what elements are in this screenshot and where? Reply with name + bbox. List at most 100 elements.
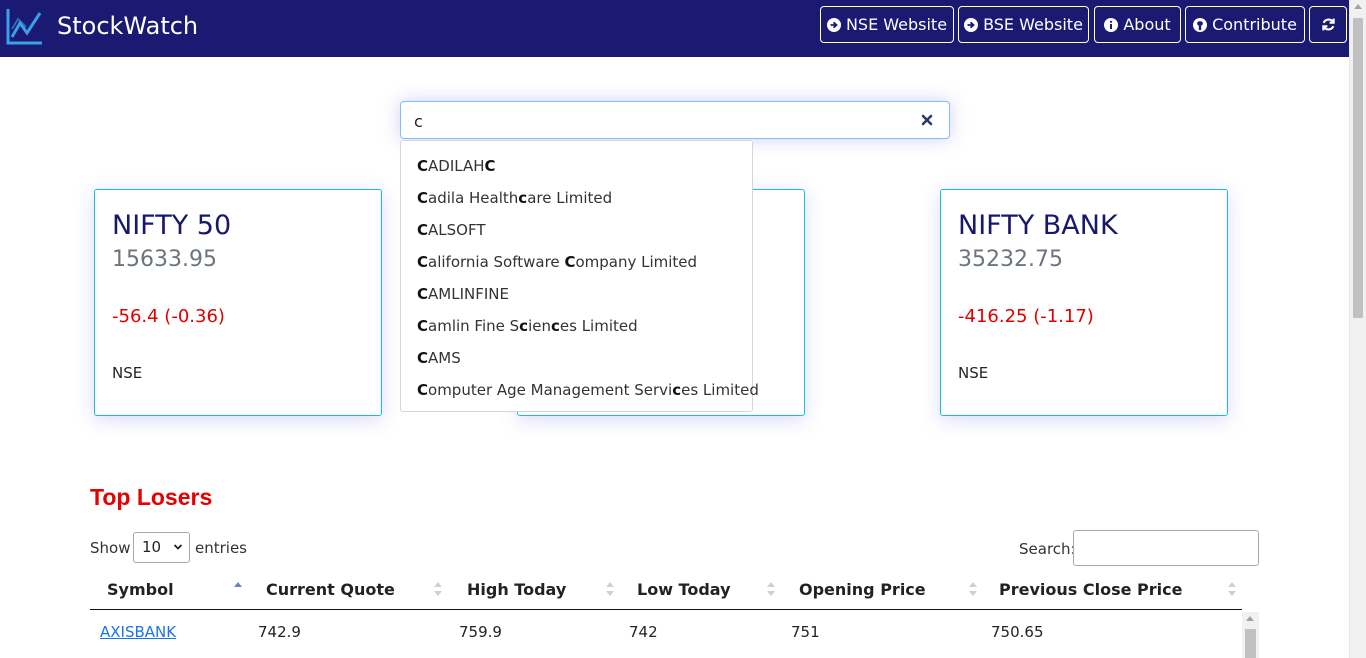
table-scroll-thumb[interactable] [1245, 629, 1256, 658]
index-change: -56.4 (-0.36) [112, 306, 225, 327]
sort-arrows-icon[interactable] [969, 582, 977, 596]
table-cell: 751 [791, 623, 820, 641]
table-search-input[interactable] [1073, 530, 1259, 566]
brand[interactable]: StockWatch [6, 6, 198, 46]
scroll-thumb[interactable] [1353, 18, 1363, 318]
suggestion-text: AMLINFINE [428, 285, 509, 303]
suggestion-text: omputer Age Management Servi [428, 381, 673, 399]
app-name: StockWatch [57, 12, 199, 40]
suggestion-match-highlight: C [417, 349, 429, 367]
refresh-button[interactable] [1309, 6, 1347, 43]
sort-arrows-icon[interactable] [434, 582, 442, 596]
sort-arrows-icon[interactable] [606, 582, 614, 596]
sort-arrows-icon[interactable] [1228, 582, 1236, 596]
top-losers-title: Top Losers [90, 484, 213, 510]
column-header[interactable]: High Today [467, 580, 566, 599]
suggestion-text: alifornia Software [428, 253, 565, 271]
column-header[interactable]: Low Today [637, 580, 731, 599]
search-suggestion-item[interactable]: Cadila Healthcare Limited [417, 189, 612, 207]
table-cell: 742 [629, 623, 658, 641]
search-input-value: c [414, 112, 423, 131]
search-suggestion-item[interactable]: California Software Company Limited [417, 253, 697, 271]
suggestion-match-highlight: C [417, 221, 429, 239]
symbol-link[interactable]: AXISBANK [100, 623, 176, 641]
suggestion-match-highlight: C [564, 253, 576, 271]
suggestion-match-highlight: C [417, 253, 429, 271]
suggestion-match-highlight: C [417, 317, 429, 335]
suggestion-match-highlight: c [518, 189, 528, 207]
github-icon [1193, 17, 1208, 32]
search-suggestion-item[interactable]: CADILAHC [417, 157, 496, 175]
entries-select-value: 10 [142, 538, 162, 556]
suggestion-text: ien [528, 317, 551, 335]
nse-website-button[interactable]: NSE Website [820, 6, 954, 43]
column-header[interactable]: Symbol [107, 580, 174, 599]
suggestion-match-highlight: C [417, 189, 429, 207]
show-label: Show [90, 539, 131, 557]
clear-search-icon[interactable] [919, 112, 935, 128]
about-label: About [1123, 15, 1171, 34]
column-header[interactable]: Opening Price [799, 580, 926, 599]
suggestion-text: ompany Limited [575, 253, 698, 271]
index-exchange: NSE [958, 364, 989, 382]
nse-website-label: NSE Website [845, 15, 948, 34]
stock-chart-logo-icon [6, 9, 42, 45]
table-cell: 742.9 [258, 623, 301, 641]
table-cell: 759.9 [459, 623, 502, 641]
table-header-divider [90, 609, 1242, 610]
suggestion-text: ADILAH [428, 157, 485, 175]
suggestion-match-highlight: c [519, 317, 529, 335]
contribute-button[interactable]: Contribute [1185, 6, 1305, 43]
bse-website-label: BSE Website [983, 15, 1083, 34]
table-search-label: Search: [1019, 540, 1076, 558]
chevron-down-icon [173, 544, 183, 550]
about-button[interactable]: About [1094, 6, 1181, 43]
search-suggestion-item[interactable]: Camlin Fine Sciences Limited [417, 317, 638, 335]
page-scrollbar[interactable] [1349, 0, 1366, 658]
suggestion-match-highlight: c [550, 317, 560, 335]
suggestion-text: ALSOFT [428, 221, 486, 239]
suggestion-text: amlin Fine S [428, 317, 520, 335]
suggestion-match-highlight: c [672, 381, 682, 399]
entries-per-page-select[interactable]: 10 [133, 532, 190, 563]
refresh-icon [1321, 18, 1335, 31]
suggestion-text: es Limited [681, 381, 759, 399]
search-suggestion-item[interactable]: Computer Age Management Services Limited [417, 381, 759, 399]
scroll-up-arrow-icon[interactable] [1246, 616, 1254, 621]
search-suggestion-item[interactable]: CAMLINFINE [417, 285, 509, 303]
index-name: NIFTY BANK [958, 210, 1118, 241]
scroll-up-arrow-icon[interactable] [1354, 4, 1362, 9]
suggestion-match-highlight: C [417, 157, 429, 175]
contribute-label: Contribute [1212, 15, 1297, 34]
suggestion-text: es Limited [559, 317, 638, 335]
search-suggestions-dropdown: CADILAHC Cadila Healthcare Limited CALSOFT… [400, 140, 759, 412]
suggestion-match-highlight: C [417, 285, 429, 303]
search-suggestion-item[interactable]: CAMS [417, 349, 461, 367]
table-scrollbar[interactable] [1242, 612, 1259, 658]
index-name: NIFTY 50 [112, 210, 232, 241]
info-circle-icon [1104, 17, 1119, 32]
stock-search-input[interactable]: c [400, 101, 950, 139]
index-change: -416.25 (-1.17) [958, 306, 1094, 327]
sort-arrows-icon[interactable] [767, 582, 775, 596]
entries-label: entries [195, 539, 247, 557]
index-value: 15633.95 [112, 247, 217, 272]
suggestion-match-highlight: C [484, 157, 496, 175]
sort-arrows-icon[interactable] [234, 582, 242, 596]
index-value: 35232.75 [958, 247, 1063, 272]
index-card-nifty-50: NIFTY 50 15633.95 -56.4 (-0.36) NSE [94, 189, 382, 416]
bse-website-button[interactable]: BSE Website [958, 6, 1089, 43]
suggestion-text: adila Health [428, 189, 519, 207]
navbar: StockWatch NSE Website BSE Website About… [0, 0, 1349, 57]
suggestion-match-highlight: C [417, 381, 429, 399]
index-exchange: NSE [112, 364, 143, 382]
search-suggestion-item[interactable]: CALSOFT [417, 221, 486, 239]
suggestion-text: are Limited [527, 189, 613, 207]
table-cell: 750.65 [991, 623, 1044, 641]
index-card-nifty-bank: NIFTY BANK 35232.75 -416.25 (-1.17) NSE [940, 189, 1228, 416]
arrow-circle-right-icon [964, 17, 979, 32]
suggestion-text: AMS [428, 349, 461, 367]
column-header[interactable]: Previous Close Price [999, 580, 1182, 599]
arrow-circle-right-icon [826, 17, 841, 32]
column-header[interactable]: Current Quote [266, 580, 395, 599]
